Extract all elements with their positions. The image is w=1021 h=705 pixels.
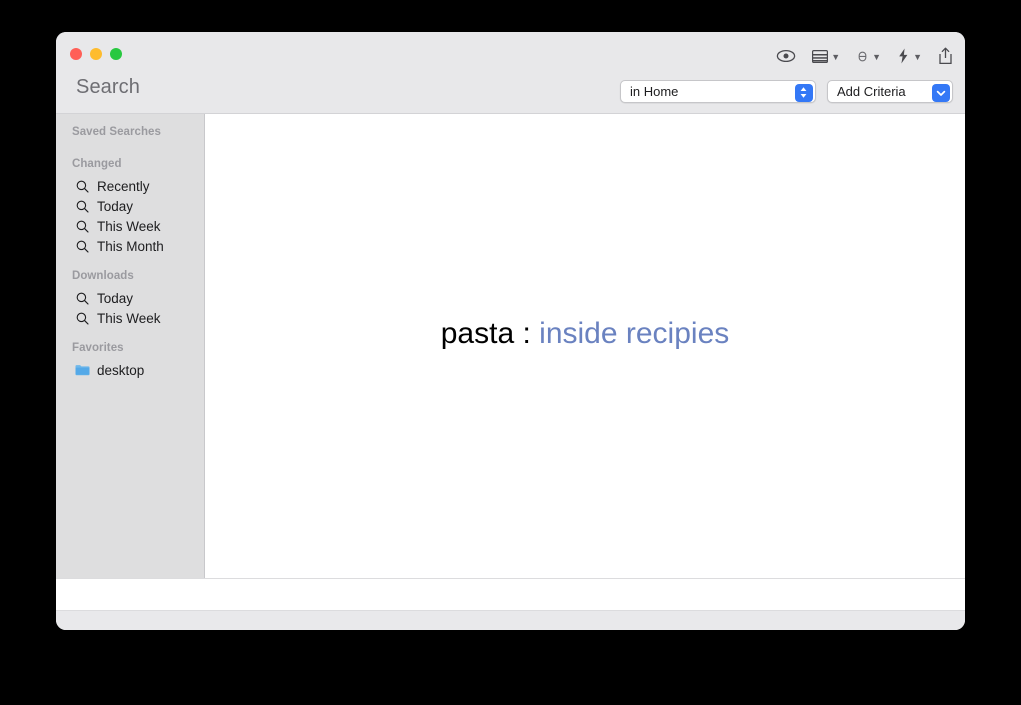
chevron-down-icon: ▼ xyxy=(872,51,882,62)
toolbar: ▼ ▼ ▼ xyxy=(776,43,953,69)
eye-icon xyxy=(776,49,796,63)
window-footer-bar[interactable] xyxy=(56,610,965,630)
sidebar-item-changed-this-month[interactable]: This Month xyxy=(56,236,204,256)
page-title: Search xyxy=(76,76,140,98)
search-results-area: pasta : inside recipies xyxy=(205,114,965,578)
sidebar-section-header-favorites: Favorites xyxy=(72,342,124,354)
share-icon xyxy=(938,47,953,65)
search-icon xyxy=(75,180,90,193)
quick-look-button[interactable] xyxy=(776,49,796,63)
search-query-token[interactable]: pasta : xyxy=(441,317,531,350)
sidebar-item-favorites-desktop[interactable]: desktop xyxy=(56,360,204,380)
sidebar-item-label: Today xyxy=(97,198,134,214)
search-icon xyxy=(75,312,90,325)
search-scope-token[interactable]: inside recipies xyxy=(539,317,729,350)
chevron-down-icon: ▼ xyxy=(913,51,922,62)
sidebar-item-changed-recently[interactable]: Recently xyxy=(56,176,204,196)
search-scope-label: in Home xyxy=(630,84,679,99)
sidebar-item-label: This Week xyxy=(97,310,161,326)
window-body: Saved Searches Changed Recently Today Th… xyxy=(56,114,965,578)
sidebar-section-header-downloads: Downloads xyxy=(72,270,134,282)
sidebar-item-changed-this-week[interactable]: This Week xyxy=(56,216,204,236)
status-strip xyxy=(56,578,965,610)
maximize-window-button[interactable] xyxy=(110,48,122,60)
sidebar-item-downloads-today[interactable]: Today xyxy=(56,288,204,308)
chevron-down-icon xyxy=(931,83,950,102)
chevron-down-icon: ▼ xyxy=(831,51,841,62)
sidebar-item-label: This Month xyxy=(97,238,164,254)
add-criteria-dropdown[interactable]: Add Criteria xyxy=(827,80,953,103)
sidebar-item-changed-today[interactable]: Today xyxy=(56,196,204,216)
action-menu-button[interactable]: ▼ xyxy=(897,48,922,64)
group-by-button[interactable]: ▼ xyxy=(856,50,881,63)
search-icon xyxy=(75,200,90,213)
traffic-light-controls xyxy=(70,48,122,60)
group-by-icon xyxy=(856,50,869,63)
sidebar-item-downloads-this-week[interactable]: This Week xyxy=(56,308,204,328)
sidebar-item-label: desktop xyxy=(97,362,145,378)
close-window-button[interactable] xyxy=(70,48,82,60)
sidebar-item-label: Today xyxy=(97,290,134,306)
sidebar: Saved Searches Changed Recently Today Th… xyxy=(56,114,205,578)
search-criteria-bar: in Home Add Criteria xyxy=(620,80,953,103)
search-token-line: pasta : inside recipies xyxy=(205,317,965,351)
view-mode-button[interactable]: ▼ xyxy=(812,49,841,63)
title-bar: Search ▼ ▼ ▼ in Home Add Criteria xyxy=(56,32,965,114)
search-scope-dropdown[interactable]: in Home xyxy=(620,80,816,103)
sidebar-section-header-changed: Changed xyxy=(72,158,122,170)
sidebar-item-label: Recently xyxy=(97,178,150,194)
minimize-window-button[interactable] xyxy=(90,48,102,60)
add-criteria-label: Add Criteria xyxy=(837,84,906,99)
folder-icon xyxy=(75,364,90,376)
share-button[interactable] xyxy=(938,47,953,65)
sidebar-title: Saved Searches xyxy=(72,126,161,138)
list-view-icon xyxy=(812,49,829,63)
search-window: Search ▼ ▼ ▼ in Home Add Criteria Saved … xyxy=(56,32,965,630)
search-icon xyxy=(75,240,90,253)
sidebar-item-label: This Week xyxy=(97,218,161,234)
search-icon xyxy=(75,220,90,233)
scope-stepper-icon xyxy=(794,83,813,102)
action-bolt-icon xyxy=(897,48,910,64)
search-icon xyxy=(75,292,90,305)
